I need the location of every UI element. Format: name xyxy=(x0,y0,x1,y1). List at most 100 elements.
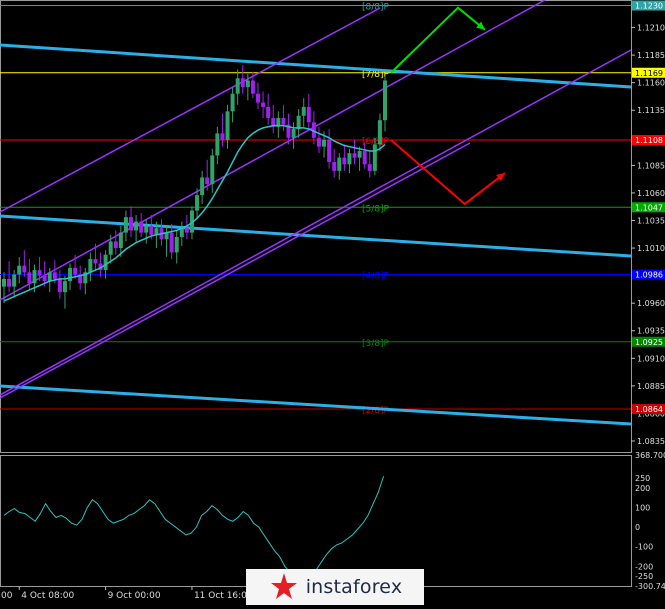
candle-body xyxy=(62,281,67,293)
candle-body xyxy=(225,111,230,141)
candle-body xyxy=(123,217,128,233)
candle-body xyxy=(362,151,367,165)
murrey-level-label: [5/8]P xyxy=(362,204,390,214)
candle-body xyxy=(32,270,37,284)
price-tag-label: 1.1230 xyxy=(635,2,663,11)
candle-body xyxy=(357,151,362,158)
candle-body xyxy=(2,278,6,287)
candle-body xyxy=(322,140,327,147)
y-tick-label: 1.0885 xyxy=(637,382,665,391)
oscillator-y-label: -100 xyxy=(635,543,653,552)
candle-body xyxy=(42,275,47,282)
candle-body xyxy=(235,78,240,94)
y-tick-label: 1.0960 xyxy=(637,299,665,308)
candle-body xyxy=(144,226,149,233)
y-tick-label: 1.0935 xyxy=(637,327,665,336)
candle-body xyxy=(73,267,78,275)
price-tag-label: 1.0864 xyxy=(635,405,663,414)
candle-body xyxy=(291,128,296,138)
price-tag-label: 1.1108 xyxy=(635,136,663,145)
candle-body xyxy=(296,115,301,129)
channel-line xyxy=(0,7,381,213)
candle-body xyxy=(93,259,98,264)
channel-line xyxy=(0,0,546,301)
candle-body xyxy=(139,221,144,233)
candle-body xyxy=(103,254,108,271)
candle-body xyxy=(57,278,62,293)
oscillator-plot-frame xyxy=(0,455,632,587)
candle-body xyxy=(332,162,337,171)
candle-body xyxy=(174,237,179,253)
y-tick-label: 1.1035 xyxy=(637,216,665,225)
y-tick-label: 1.1160 xyxy=(637,79,665,88)
candle-body xyxy=(250,80,255,94)
candle-body xyxy=(47,272,52,282)
instaforex-logo-icon xyxy=(270,573,297,599)
candle-body xyxy=(215,133,220,156)
candle-body xyxy=(184,228,189,233)
candle-body xyxy=(108,241,113,255)
chart-root: [8/8]P [7/8]P [6/8]P [5/8]P [4/8]P [3/8]P [2/8… xyxy=(0,0,665,605)
candle-body xyxy=(240,78,245,88)
candle-body xyxy=(352,153,357,158)
candle-body xyxy=(230,93,235,112)
y-tick-label: 1.1060 xyxy=(637,189,665,198)
candle-body xyxy=(27,272,32,284)
candle-body xyxy=(129,217,133,231)
candle-body xyxy=(205,177,210,185)
y-tick-label: 1.1085 xyxy=(637,161,665,170)
candle-body xyxy=(337,157,342,171)
watermark-text: instaforex xyxy=(305,576,403,598)
candle-body xyxy=(347,153,352,165)
trend-line xyxy=(0,384,632,426)
murrey-level-label: [3/8]P xyxy=(362,339,390,349)
y-tick-label: 1.0835 xyxy=(637,437,665,446)
oscillator-y-label: 200 xyxy=(635,484,650,493)
price-tag-label: 1.1169 xyxy=(635,69,663,78)
oscillator-y-label: 368.7006 xyxy=(635,451,665,460)
y-tick-label: 1.1010 xyxy=(637,244,665,253)
candle-body xyxy=(281,117,286,125)
candle-body xyxy=(149,226,154,235)
y-tick-label: 1.1185 xyxy=(637,51,665,60)
candle-body xyxy=(195,195,200,211)
candle-body xyxy=(342,157,347,165)
x-tick-label: 11 Oct 16:00 xyxy=(194,591,253,601)
candle-body xyxy=(316,137,321,147)
candle-body xyxy=(169,232,174,253)
oscillator-y-label: 250 xyxy=(635,474,650,483)
candle-body xyxy=(372,144,377,171)
price-tag-label: 1.0925 xyxy=(635,338,663,347)
y-tick-label: 1.1210 xyxy=(637,24,665,33)
candle-body xyxy=(200,177,205,196)
chart-canvas: [8/8]P[7/8]P[6/8]P[5/8]P[4/8]P[3/8]P[2/8… xyxy=(0,0,665,601)
candle-body xyxy=(37,270,42,276)
oscillator-y-label: 0 xyxy=(635,523,640,532)
trend-line xyxy=(0,43,632,89)
candle-body xyxy=(266,106,271,118)
candle-body xyxy=(88,259,93,273)
candle-body xyxy=(52,272,57,279)
x-tick-label: 00 xyxy=(1,591,13,601)
candle-body xyxy=(210,155,215,185)
candle-body xyxy=(367,164,372,171)
candle-body xyxy=(12,274,17,287)
y-tick-label: 1.1135 xyxy=(637,106,665,115)
candle-body xyxy=(383,80,387,121)
candle-body xyxy=(17,265,22,275)
watermark-logo: instaforex xyxy=(246,569,424,605)
candle-body xyxy=(301,106,306,116)
y-tick-label: 1.0910 xyxy=(637,354,665,363)
candle-body xyxy=(245,80,250,88)
candle-body xyxy=(256,93,260,103)
candle-body xyxy=(220,133,225,141)
candle-body xyxy=(306,106,311,123)
candle-body xyxy=(68,267,73,282)
x-tick-label: 9 Oct 00:00 xyxy=(108,591,161,601)
candle-body xyxy=(22,265,27,273)
candle-body xyxy=(261,102,266,107)
oscillator-y-label: -300.741 xyxy=(635,582,665,591)
candle-body xyxy=(327,140,332,163)
candle-body xyxy=(118,232,123,249)
murrey-level-label: [4/8]P xyxy=(362,272,390,282)
